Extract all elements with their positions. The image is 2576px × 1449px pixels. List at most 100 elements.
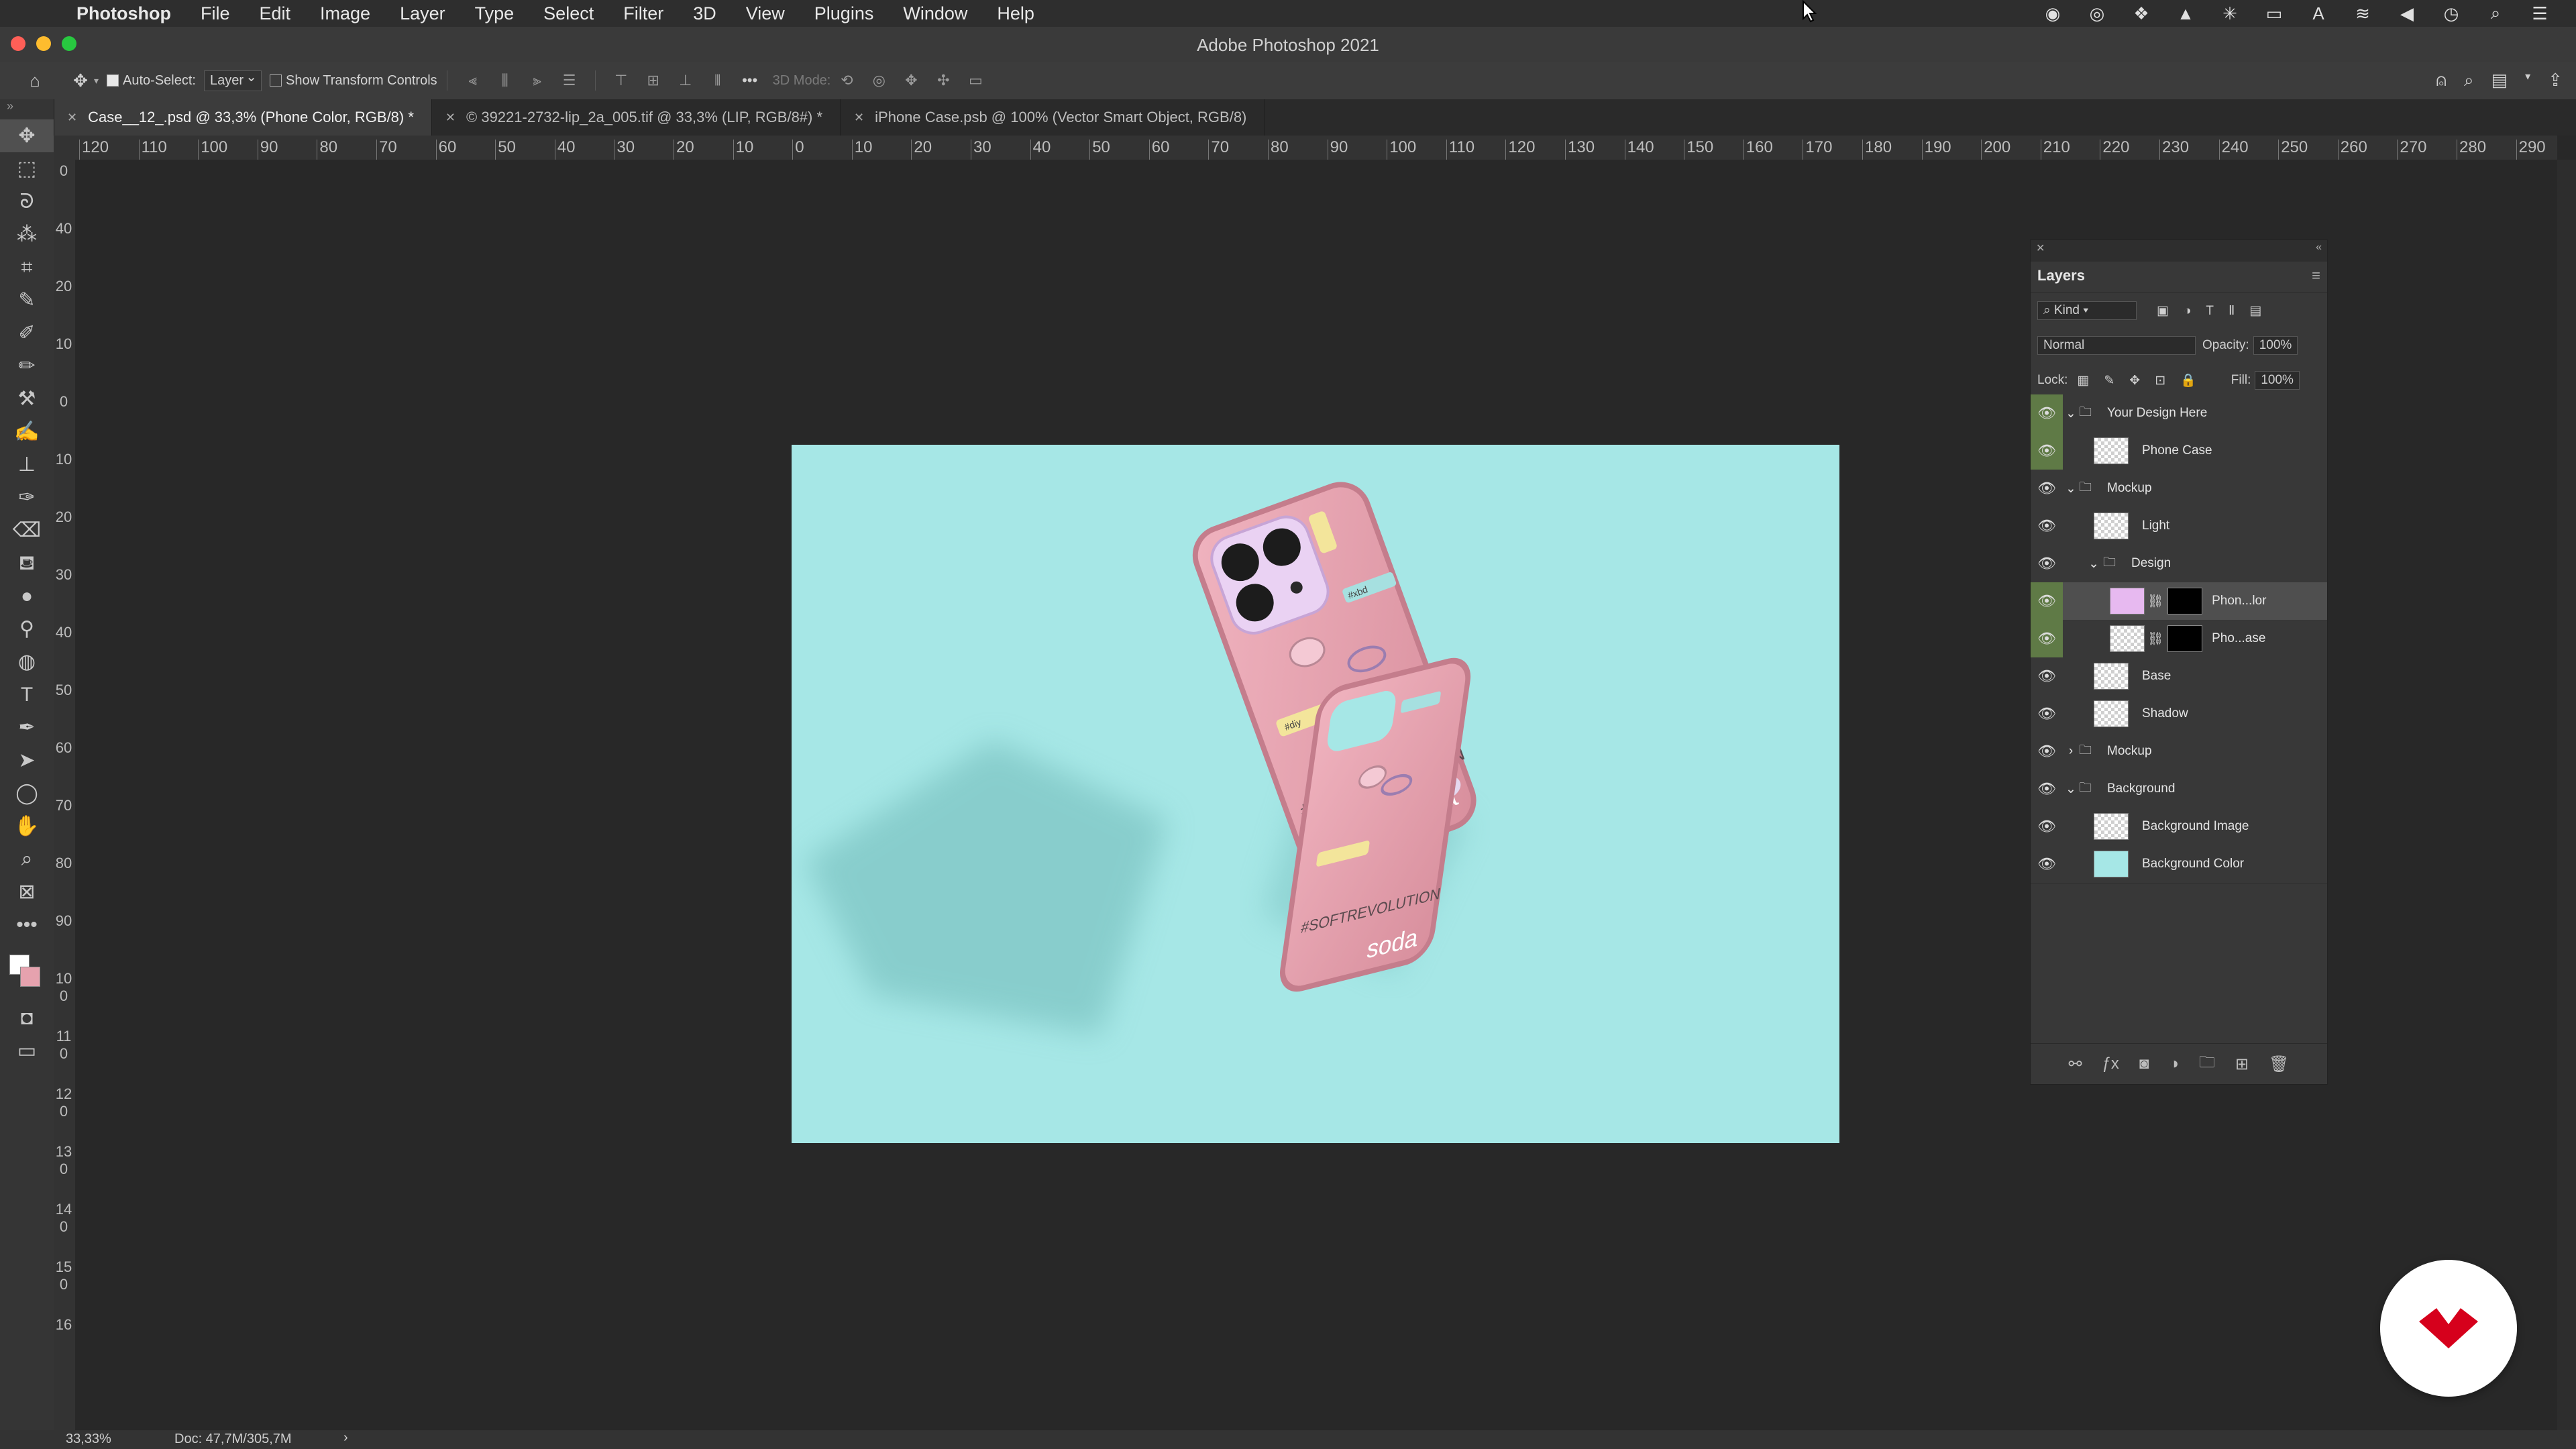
layer-row-base[interactable]: 👁 Base	[2031, 657, 2327, 696]
show-transform-checkbox[interactable]	[270, 74, 282, 87]
link-layers-icon[interactable]: ⚯	[2068, 1055, 2082, 1074]
eyedropper-tool-icon[interactable]: ✎	[0, 284, 54, 317]
distribute-icon[interactable]: ☰	[553, 72, 586, 89]
visibility-eye-icon[interactable]: 👁	[2031, 620, 2063, 657]
sync-icon[interactable]: ◎	[2088, 3, 2106, 24]
delete-layer-icon[interactable]: 🗑	[2269, 1055, 2289, 1074]
time-machine-icon[interactable]: ◷	[2442, 3, 2461, 24]
preset-dropdown-icon[interactable]: ▾	[94, 75, 99, 87]
visibility-eye-icon[interactable]: 👁	[2031, 695, 2063, 733]
airplay-icon[interactable]: ▭	[2265, 3, 2284, 24]
menu-app-photoshop[interactable]: Photoshop	[76, 3, 171, 24]
share-icon[interactable]: ⍝	[2436, 70, 2447, 91]
stamp-tool-icon[interactable]: ⊥	[0, 448, 54, 481]
tab-lip-tif[interactable]: ✕ © 39221-2732-lip_2a_005.tif @ 33,3% (L…	[432, 99, 841, 136]
new-layer-icon[interactable]: ⊞	[2235, 1055, 2249, 1074]
tab-iphone-case-psb[interactable]: ✕ iPhone Case.psb @ 100% (Vector Smart O…	[841, 99, 1265, 136]
collapse-panel-icon[interactable]: »	[0, 99, 54, 119]
menu-view[interactable]: View	[746, 3, 785, 24]
vertical-scrollbar[interactable]	[2557, 160, 2576, 1430]
document-canvas[interactable]: #xbd #diy #SOFTREVOLUTION soda #SOFTREVO…	[792, 445, 1839, 1143]
hand-tool-icon[interactable]: ✋	[0, 810, 54, 843]
visibility-eye-icon[interactable]: 👁	[2031, 545, 2063, 582]
menu-window[interactable]: Window	[903, 3, 967, 24]
adjustment-layer-icon[interactable]: ◑	[2169, 1055, 2179, 1073]
paint-bucket-tool-icon[interactable]: ⛾	[0, 547, 54, 580]
creative-cloud-icon[interactable]: ◉	[2043, 3, 2062, 24]
layer-mask-thumbnail[interactable]	[2167, 625, 2203, 652]
move-tool-icon[interactable]: ✥	[0, 119, 54, 152]
wifi-icon[interactable]: ≋	[2353, 3, 2372, 24]
align-bottom-icon[interactable]: ⊥	[669, 72, 702, 89]
visibility-eye-icon[interactable]: 👁	[2031, 394, 2063, 432]
opacity-input[interactable]: 100%	[2253, 336, 2298, 355]
layer-filter-icons[interactable]: ▣◑TⅡ▤	[2157, 303, 2276, 319]
layer-row-design[interactable]: 👁 ⌄ 🗀 Design	[2031, 545, 2327, 583]
expand-chevron-down-icon[interactable]: ⌄	[2063, 782, 2079, 797]
close-tab-icon[interactable]: ✕	[854, 111, 864, 125]
workspace-dropdown-icon[interactable]: ▾	[2525, 70, 2530, 91]
art-history-brush-icon[interactable]: ✑	[0, 481, 54, 514]
color-swatches[interactable]	[0, 941, 54, 1002]
move-tool-preset-icon[interactable]: ✥	[67, 70, 94, 91]
3d-orbit-icon[interactable]: ⟲	[830, 72, 863, 89]
layer-row-mockup[interactable]: 👁 ⌄ 🗀 Mockup	[2031, 470, 2327, 508]
visibility-eye-icon[interactable]: 👁	[2031, 770, 2063, 808]
fx-icon[interactable]: ƒx	[2102, 1055, 2119, 1073]
network-icon[interactable]: ✳	[2220, 3, 2239, 24]
dodge-tool-icon[interactable]: ⚲	[0, 612, 54, 645]
visibility-eye-icon[interactable]: 👁	[2031, 432, 2063, 470]
menu-type[interactable]: Type	[475, 3, 515, 24]
add-mask-icon[interactable]: ◙	[2139, 1055, 2149, 1073]
auto-select-checkbox[interactable]	[107, 74, 119, 87]
layer-row-background-color[interactable]: 👁 Background Color	[2031, 845, 2327, 883]
close-panel-icon[interactable]: ✕	[2036, 241, 2045, 255]
layer-row-shadow[interactable]: 👁 Shadow	[2031, 695, 2327, 733]
expand-chevron-down-icon[interactable]: ⌄	[2063, 481, 2079, 496]
3d-pan-icon[interactable]: ✥	[895, 72, 927, 89]
frame-tool-icon[interactable]: ⊠	[0, 875, 54, 908]
workspace-icon[interactable]: ▤	[2491, 70, 2508, 91]
quick-mask-icon[interactable]: ◘	[0, 1002, 54, 1034]
close-tab-icon[interactable]: ✕	[445, 111, 455, 125]
spotlight-search-icon[interactable]: ⌕	[2486, 3, 2505, 24]
new-group-icon[interactable]: 🗀	[2199, 1051, 2215, 1078]
pen-tool-icon[interactable]: ✒	[0, 711, 54, 744]
search-icon[interactable]: ⌕	[2464, 70, 2474, 91]
layer-row-phone-color[interactable]: 👁 ⛓ Phon...lor	[2031, 582, 2327, 621]
drive-icon[interactable]: ▲	[2176, 3, 2195, 24]
panel-menu-icon[interactable]: ≡	[2312, 267, 2320, 284]
expand-chevron-down-icon[interactable]: ⌄	[2063, 556, 2099, 572]
visibility-eye-icon[interactable]: 👁	[2031, 657, 2063, 695]
close-tab-icon[interactable]: ✕	[67, 111, 77, 125]
more-options-icon[interactable]: •••	[734, 72, 766, 89]
volume-icon[interactable]: ◀	[2398, 3, 2416, 24]
tab-case-psd[interactable]: ✕ Case__12_.psd @ 33,3% (Phone Color, RG…	[54, 99, 432, 136]
menu-plugins[interactable]: Plugins	[814, 3, 874, 24]
crop-tool-icon[interactable]: ⌗	[0, 251, 54, 284]
background-color-swatch[interactable]	[20, 967, 40, 987]
auto-select-dropdown[interactable]: Layer	[203, 68, 262, 91]
layer-filter-kind-dropdown[interactable]: ⌕ Kind ▾	[2037, 301, 2137, 320]
fill-input[interactable]: 100%	[2255, 371, 2300, 390]
home-icon[interactable]: ⌂	[21, 70, 48, 91]
history-brush-tool-icon[interactable]: ✍	[0, 415, 54, 448]
ellipse-tool-icon[interactable]: ◯	[0, 777, 54, 810]
3d-roll-icon[interactable]: ◎	[863, 72, 895, 89]
menu-filter[interactable]: Filter	[623, 3, 663, 24]
menu-layer[interactable]: Layer	[400, 3, 445, 24]
align-left-icon[interactable]: ⫷	[457, 72, 489, 89]
menu-edit[interactable]: Edit	[260, 3, 291, 24]
3d-scale-icon[interactable]: ▭	[959, 72, 991, 89]
layer-row-background[interactable]: 👁 ⌄ 🗀 Background	[2031, 770, 2327, 808]
layer-row-your-design-here[interactable]: 👁 ⌄ 🗀 Your Design Here	[2031, 394, 2327, 433]
control-center-icon[interactable]: ☰	[2530, 3, 2549, 24]
layer-row-background-image[interactable]: 👁 Background Image	[2031, 808, 2327, 846]
share-export-icon[interactable]: ⇪	[2548, 70, 2563, 91]
menu-image[interactable]: Image	[320, 3, 370, 24]
align-top-icon[interactable]: ⊤	[605, 72, 637, 89]
layer-row-mockup-2[interactable]: 👁 › 🗀 Mockup	[2031, 733, 2327, 771]
align-right-icon[interactable]: ⫸	[521, 72, 553, 89]
zoom-level[interactable]: 33,33%	[66, 1432, 111, 1447]
visibility-eye-icon[interactable]: 👁	[2031, 582, 2063, 620]
